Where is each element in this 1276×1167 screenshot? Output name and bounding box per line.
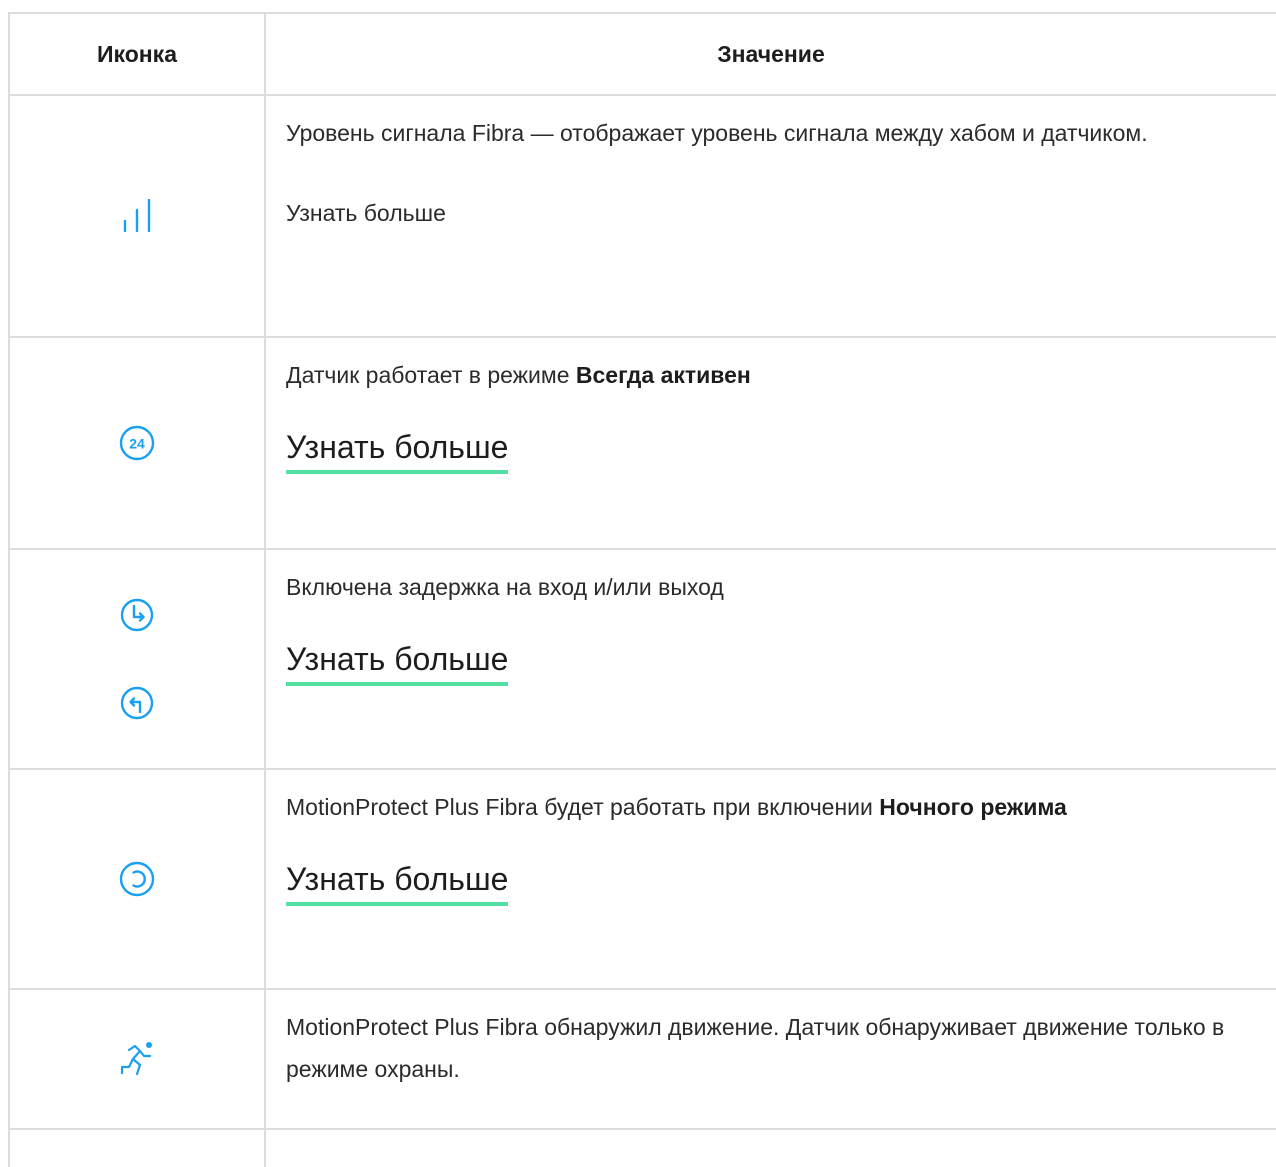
learn-more-link[interactable]: Узнать больше (286, 426, 509, 474)
always-active-24-label: 24 (129, 436, 145, 452)
icon-cell: 24 (8, 337, 265, 550)
table-row: MotionProtect Plus Fibra будет работать … (8, 769, 1276, 990)
table-row (8, 1129, 1276, 1167)
icon-stack (10, 597, 264, 721)
exit-delay-icon (120, 686, 154, 720)
table-row: Включена задержка на вход и/или выход Уз… (8, 549, 1276, 770)
row-description-bold: Всегда активен (575, 362, 751, 388)
table-row: 24 Датчик работает в режиме Всегда актив… (8, 337, 1276, 550)
icons-table: Иконка Значение Уровень сигнала Fibra — … (8, 12, 1276, 1167)
row-description-text: Датчик работает в режиме (286, 362, 576, 388)
header-meaning: Значение (264, 12, 1276, 96)
table-row: Уровень сигнала Fibra — отображает урове… (8, 95, 1276, 338)
meaning-cell: MotionProtect Plus Fibra обнаружил движе… (264, 989, 1276, 1130)
header-icon: Иконка (8, 12, 265, 96)
entry-delay-icon (120, 598, 154, 632)
meaning-cell: MotionProtect Plus Fibra будет работать … (264, 769, 1276, 990)
icon-cell (8, 549, 265, 770)
row-description: MotionProtect Plus Fibra будет работать … (286, 770, 1256, 828)
row-description: Включена задержка на вход и/или выход (286, 574, 724, 600)
row-description: Уровень сигнала Fibra — отображает урове… (286, 120, 1148, 146)
learn-more-link[interactable]: Узнать больше (286, 638, 509, 686)
always-active-24-icon: 24 (119, 425, 155, 461)
icon-cell (8, 1129, 265, 1167)
meaning-cell: Датчик работает в режиме Всегда активен … (264, 337, 1276, 550)
row-description: MotionProtect Plus Fibra обнаружил движе… (286, 1014, 1225, 1082)
meaning-cell (264, 1129, 1276, 1167)
icon-cell (8, 769, 265, 990)
night-mode-icon (119, 861, 155, 897)
table-header-row: Иконка Значение (8, 12, 1276, 96)
learn-more-link[interactable]: Узнать больше (286, 858, 509, 906)
motion-detected-icon (120, 1042, 152, 1076)
table-row: MotionProtect Plus Fibra обнаружил движе… (8, 989, 1276, 1130)
learn-more-link[interactable]: Узнать больше (286, 192, 446, 234)
meaning-cell: Включена задержка на вход и/или выход Уз… (264, 549, 1276, 770)
signal-strength-icon (123, 199, 151, 233)
meaning-cell: Уровень сигнала Fibra — отображает урове… (264, 95, 1276, 338)
row-description-bold: Ночного режима (879, 794, 1067, 820)
row-description-text: MotionProtect Plus Fibra будет работать … (286, 794, 880, 820)
icon-cell (8, 95, 265, 338)
icon-cell (8, 989, 265, 1130)
row-description: Датчик работает в режиме Всегда активен (286, 338, 1256, 396)
